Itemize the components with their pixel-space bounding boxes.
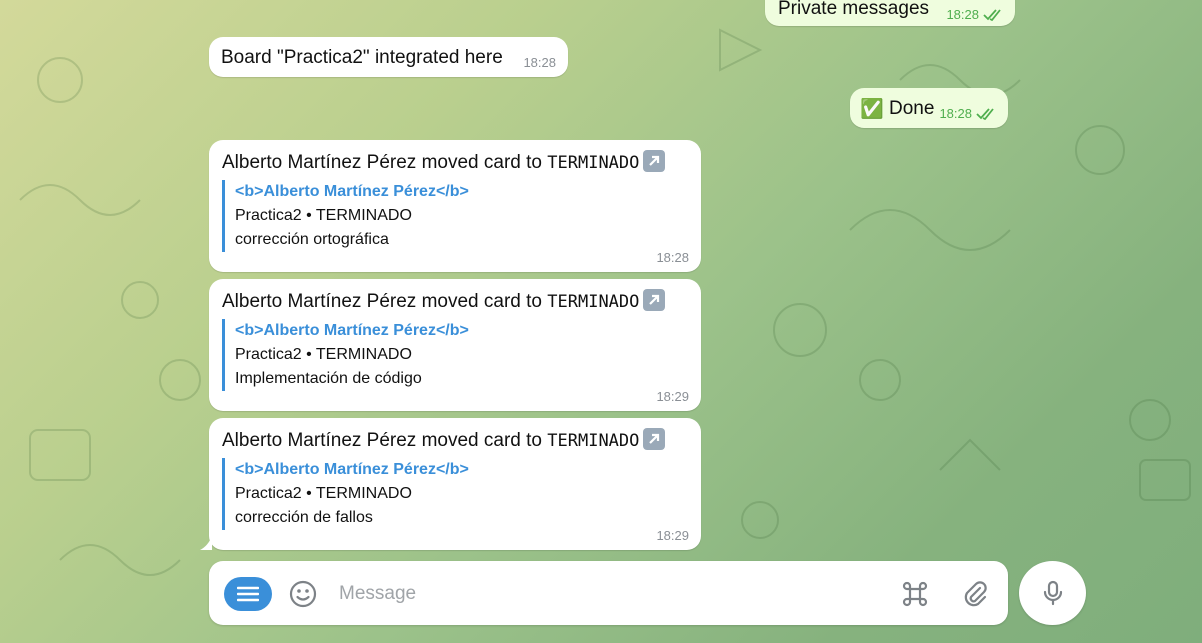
- quoted-card[interactable]: <b>Alberto Martínez Pérez</b> Practica2 …: [222, 180, 695, 252]
- quote-board: Practica2 • TERMINADO: [235, 485, 412, 502]
- message-input[interactable]: [337, 579, 861, 609]
- arrow-up-right-icon: [643, 289, 666, 311]
- card-moved-message[interactable]: Alberto Martínez Pérez moved card to TER…: [209, 279, 701, 411]
- message-text: Done: [889, 98, 935, 119]
- double-check-icon: [976, 107, 994, 120]
- outgoing-message-private[interactable]: Private messages 18:28: [765, 0, 1015, 26]
- list-name: TERMINADO: [547, 153, 640, 173]
- action-text: moved card to: [416, 430, 548, 451]
- incoming-message-board[interactable]: Board "Practica2" integrated here 18:28: [209, 37, 568, 77]
- quote-link: <b>Alberto Martínez Pérez</b>: [235, 322, 469, 339]
- double-check-icon: [983, 8, 1001, 21]
- message-time: 18:28: [939, 106, 996, 121]
- message-composer: [209, 561, 1008, 625]
- list-name: TERMINADO: [547, 431, 640, 451]
- command-icon: [902, 581, 928, 607]
- author-name: Alberto Martínez Pérez: [222, 291, 417, 312]
- arrow-up-right-icon: [643, 150, 666, 172]
- action-text: moved card to: [416, 152, 548, 173]
- microphone-icon: [1043, 580, 1062, 606]
- outgoing-message-done[interactable]: ✅ Done 18:28: [850, 88, 1008, 128]
- message-time: 18:28: [656, 250, 689, 265]
- card-moved-message[interactable]: Alberto Martínez Pérez moved card to TER…: [209, 140, 701, 272]
- voice-record-button[interactable]: [1019, 561, 1086, 625]
- quoted-card[interactable]: <b>Alberto Martínez Pérez</b> Practica2 …: [222, 319, 695, 391]
- message-time: 18:29: [656, 389, 689, 404]
- attach-button[interactable]: [959, 578, 991, 610]
- quote-board: Practica2 • TERMINADO: [235, 346, 412, 363]
- quote-link: <b>Alberto Martínez Pérez</b>: [235, 183, 469, 200]
- bubble-tail: [200, 536, 212, 550]
- list-name: TERMINADO: [547, 292, 640, 312]
- author-name: Alberto Martínez Pérez: [222, 152, 417, 173]
- author-name: Alberto Martínez Pérez: [222, 430, 417, 451]
- message-header: Alberto Martínez Pérez moved card to TER…: [222, 428, 666, 452]
- action-text: moved card to: [416, 291, 548, 312]
- message-text: Board "Practica2" integrated here: [221, 47, 503, 68]
- smiley-icon: [289, 580, 317, 608]
- message-time: 18:29: [656, 528, 689, 543]
- emoji-button[interactable]: [287, 578, 319, 610]
- arrow-up-right-icon: [643, 428, 666, 450]
- menu-icon: [237, 586, 259, 602]
- message-text: Private messages: [778, 0, 930, 19]
- quoted-card[interactable]: <b>Alberto Martínez Pérez</b> Practica2 …: [222, 458, 695, 530]
- message-header: Alberto Martínez Pérez moved card to TER…: [222, 289, 666, 313]
- message-time: 18:28: [946, 7, 1003, 22]
- paperclip-icon: [964, 581, 987, 607]
- quote-card-name: corrección ortográfica: [235, 231, 389, 248]
- message-header: Alberto Martínez Pérez moved card to TER…: [222, 150, 666, 174]
- quote-card-name: corrección de fallos: [235, 509, 373, 526]
- quote-board: Practica2 • TERMINADO: [235, 207, 412, 224]
- card-moved-message[interactable]: Alberto Martínez Pérez moved card to TER…: [200, 418, 701, 550]
- bot-commands-button[interactable]: [899, 578, 931, 610]
- time-label: 18:28: [939, 106, 972, 121]
- quote-card-name: Implementación de código: [235, 370, 422, 387]
- time-label: 18:28: [946, 7, 979, 22]
- quote-link: <b>Alberto Martínez Pérez</b>: [235, 461, 469, 478]
- check-emoji-icon: ✅: [860, 98, 884, 120]
- message-time: 18:28: [523, 55, 556, 70]
- menu-button[interactable]: [224, 577, 272, 611]
